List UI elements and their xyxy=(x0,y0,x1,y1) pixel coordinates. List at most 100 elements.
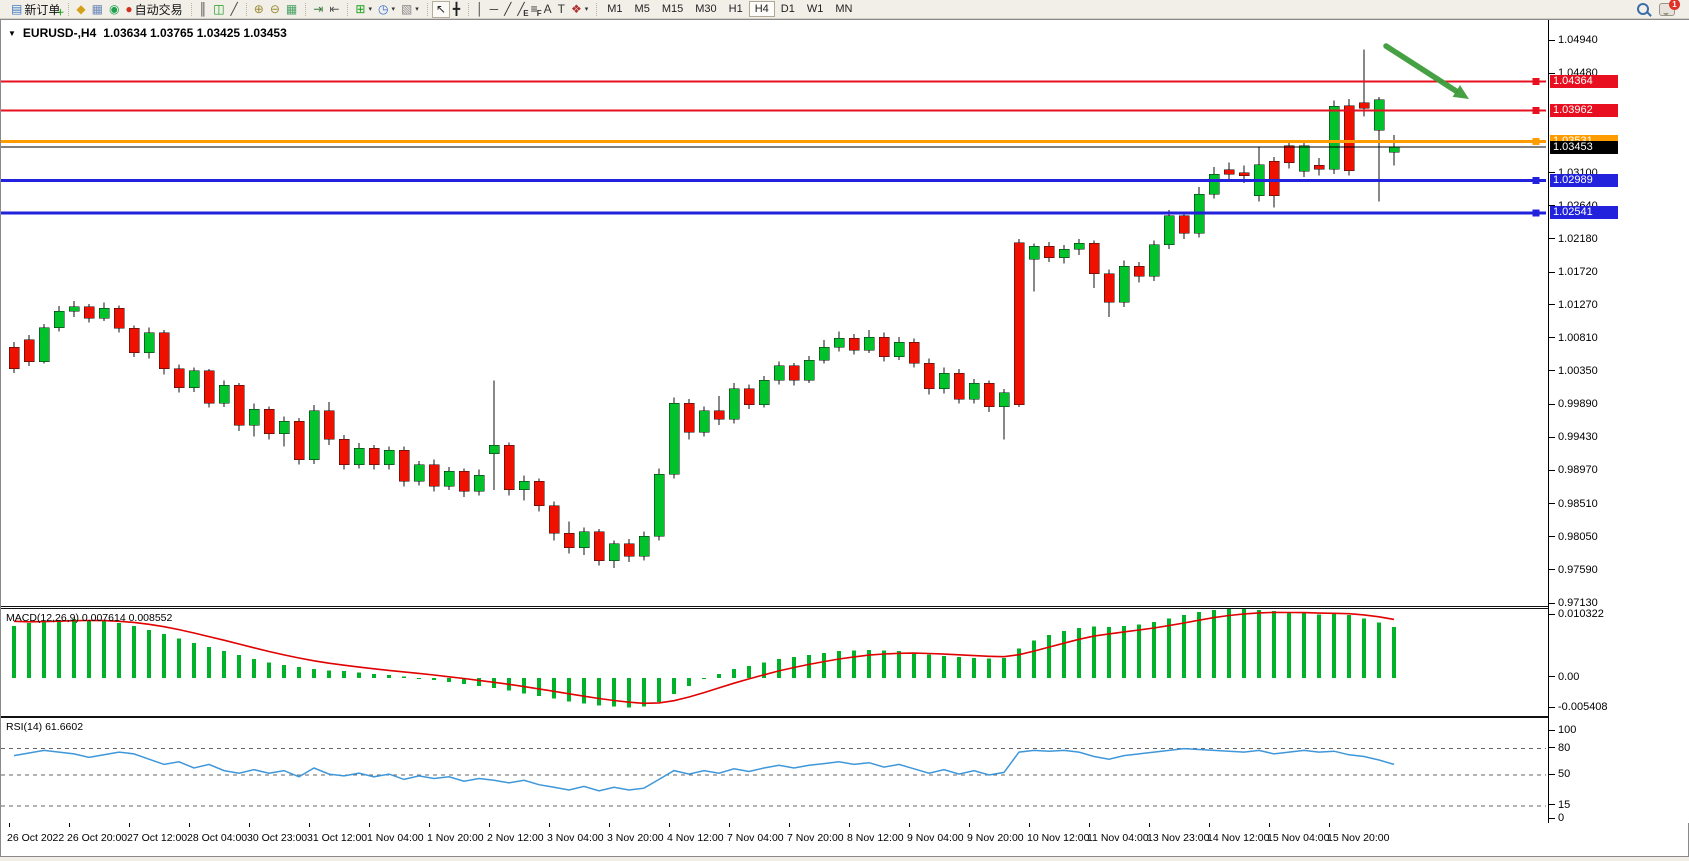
macd-histogram-bar xyxy=(807,655,811,678)
timeframe-m15-button[interactable]: M15 xyxy=(656,1,689,17)
chart-shift-button[interactable]: ⇤ xyxy=(326,1,342,18)
price-tick xyxy=(1549,503,1555,504)
text-label-button[interactable]: T xyxy=(555,1,568,18)
dropdown-caret-icon: ▾ xyxy=(585,5,589,13)
timeframe-w1-button[interactable]: W1 xyxy=(801,1,830,17)
timeframe-mn-button[interactable]: MN xyxy=(829,1,858,17)
toolbar-group: ◆▦◉●自动交易 xyxy=(67,0,189,19)
auto-trade-icon: ● xyxy=(125,1,132,17)
candle-mode-button[interactable]: ◫ xyxy=(210,1,227,18)
bear-candle xyxy=(504,445,514,490)
time-tick xyxy=(1209,823,1210,827)
new-chart-button[interactable]: ▦ xyxy=(89,1,106,18)
bull-candle xyxy=(144,333,154,353)
new-order-button[interactable]: ▤＋新订单 xyxy=(8,1,63,18)
price-axis[interactable]: 1.049401.044801.031001.026401.021801.017… xyxy=(1548,20,1689,823)
time-tick-label: 31 Oct 12:00 xyxy=(307,832,367,844)
time-axis[interactable]: 26 Oct 202226 Oct 20:0027 Oct 12:0028 Oc… xyxy=(1,823,1688,855)
toolbar: ▤＋新订单◆▦◉●自动交易║◫╱⊕⊖▦⇥⇤⊞▾◷▾▧▾↖╋│─╱╱E≡FAT❖▾… xyxy=(0,0,1689,19)
bull-candle xyxy=(189,371,199,388)
search-icon[interactable] xyxy=(1637,3,1649,15)
bear-candle xyxy=(429,465,439,487)
arrows-tool-button[interactable]: ❖▾ xyxy=(568,1,591,18)
templates-button[interactable]: ▧▾ xyxy=(398,1,422,18)
bear-candle xyxy=(1044,246,1054,258)
timeframe-d1-button[interactable]: D1 xyxy=(775,1,801,17)
auto-trading-button[interactable]: ●自动交易 xyxy=(122,1,185,18)
equidistant-channel-button[interactable]: ╱E xyxy=(514,1,527,18)
notifications-icon[interactable]: 1 xyxy=(1659,3,1675,16)
macd-histogram-bar xyxy=(12,626,16,678)
cursor-icon: ↖ xyxy=(436,1,446,17)
rsi-tick-label: 0 xyxy=(1558,812,1564,824)
line-end-marker xyxy=(1533,139,1539,145)
macd-histogram-bar xyxy=(732,669,736,678)
periods-button[interactable]: ◷▾ xyxy=(375,1,398,18)
rsi-tick xyxy=(1549,818,1555,819)
price-tick xyxy=(1549,172,1555,173)
price-tick-label: 0.99430 xyxy=(1558,431,1598,443)
timeframe-m30-button[interactable]: M30 xyxy=(689,1,722,17)
price-tick xyxy=(1549,238,1555,239)
crosshair-button[interactable]: ╋ xyxy=(450,1,463,18)
timeframe-h4-button[interactable]: H4 xyxy=(749,1,775,17)
timeframe-m1-button[interactable]: M1 xyxy=(601,1,628,17)
cursor-button[interactable]: ↖ xyxy=(432,1,450,18)
price-tick-label: 1.01720 xyxy=(1558,266,1598,278)
macd-histogram-bar xyxy=(612,678,616,707)
price-tick-label: 0.98050 xyxy=(1558,531,1598,543)
macd-histogram-bar xyxy=(657,678,661,702)
current-price-badge: 1.03453 xyxy=(1550,141,1618,154)
time-tick-label: 7 Nov 20:00 xyxy=(787,832,844,844)
bar-chart-mode-button[interactable]: ║ xyxy=(196,1,211,18)
styler-button[interactable]: ◆ xyxy=(73,1,88,18)
zoom-in-button[interactable]: ⊕ xyxy=(251,1,267,18)
vertical-line-button[interactable]: │ xyxy=(473,1,487,18)
price-tick xyxy=(1549,304,1555,305)
bear-candle xyxy=(1224,170,1234,174)
tile-windows-button[interactable]: ▦ xyxy=(283,1,300,18)
text-button[interactable]: A xyxy=(541,1,555,18)
macd-histogram-bar xyxy=(1272,611,1276,678)
time-tick-label: 15 Nov 04:00 xyxy=(1267,832,1329,844)
bull-candle xyxy=(894,342,904,356)
zoom-out-button[interactable]: ⊖ xyxy=(267,1,283,18)
time-tick xyxy=(1269,823,1270,827)
rsi-chart xyxy=(1,718,1546,821)
timeframe-h1-button[interactable]: H1 xyxy=(723,1,749,17)
macd-histogram-bar xyxy=(1257,610,1261,678)
time-tick-label: 30 Oct 23:00 xyxy=(247,832,307,844)
macd-histogram-bar xyxy=(1182,615,1186,678)
macd-tick xyxy=(1549,614,1555,615)
auto-scroll-button[interactable]: ⇥ xyxy=(310,1,326,18)
bull-candle xyxy=(414,465,424,482)
dropdown-caret-icon: ▾ xyxy=(415,5,419,13)
line-mode-button[interactable]: ╱ xyxy=(228,1,241,18)
bear-candle xyxy=(1089,243,1099,273)
price-tick-label: 1.00350 xyxy=(1558,365,1598,377)
time-tick-label: 4 Nov 12:00 xyxy=(667,832,724,844)
bull-candle xyxy=(99,308,109,318)
timeframe-group: M1M5M15M30H1H4D1W1MN xyxy=(595,0,862,19)
trendline-button[interactable]: ╱ xyxy=(501,1,514,18)
macd-histogram-bar xyxy=(1287,612,1291,677)
toolbar-group: ⊞▾◷▾▧▾ xyxy=(346,0,425,19)
timeframe-m5-button[interactable]: M5 xyxy=(629,1,656,17)
horizontal-line-button[interactable]: ─ xyxy=(487,1,502,18)
indicators-button[interactable]: ⊞▾ xyxy=(352,1,375,18)
macd-histogram-bar xyxy=(177,639,181,678)
bear-candle xyxy=(339,439,349,464)
bull-candle xyxy=(1329,106,1339,169)
price-tick xyxy=(1549,40,1555,41)
macd-histogram-bar xyxy=(1062,631,1066,678)
chevron-down-icon[interactable]: ▼ xyxy=(8,29,16,38)
signal-icon: ◉ xyxy=(109,1,119,17)
bull-candle xyxy=(819,347,829,360)
macd-histogram-bar xyxy=(1347,615,1351,678)
fibonacci-button[interactable]: ≡F xyxy=(528,1,541,18)
bull-candle xyxy=(39,328,49,362)
chart-window: ▼ EURUSD-,H4 1.03634 1.03765 1.03425 1.0… xyxy=(0,19,1689,857)
mt4-application: ▤＋新订单◆▦◉●自动交易║◫╱⊕⊖▦⇥⇤⊞▾◷▾▧▾↖╋│─╱╱E≡FAT❖▾… xyxy=(0,0,1689,861)
alerts-button[interactable]: ◉ xyxy=(106,1,122,18)
macd-histogram-bar xyxy=(432,678,436,680)
